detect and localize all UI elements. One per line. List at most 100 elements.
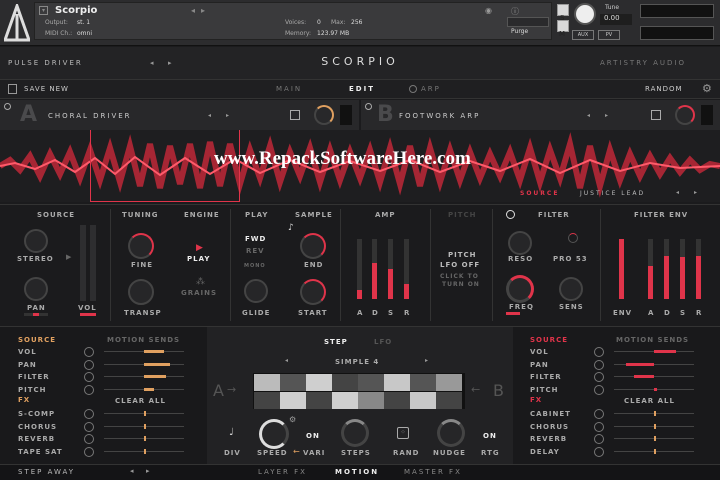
engine-grains-button[interactable]: GRAINS [181, 289, 217, 297]
mod-left-clear-all[interactable]: CLEAR ALL [115, 397, 166, 405]
filter-sustain-fader[interactable] [680, 239, 685, 299]
click-line2[interactable]: TURN ON [442, 281, 480, 288]
mod-left-row-toggle[interactable] [84, 359, 94, 370]
preset-category[interactable]: PULSE DRIVER [8, 59, 83, 67]
step-cell[interactable] [332, 392, 358, 409]
mod-left-row-toggle[interactable] [84, 384, 94, 395]
step-grid[interactable] [253, 373, 465, 409]
amp-decay-fader[interactable] [372, 239, 377, 299]
step-cell[interactable] [306, 374, 332, 391]
midi-value[interactable]: omni [77, 30, 92, 37]
step-cell[interactable] [410, 392, 436, 409]
layer-b-power-icon[interactable] [365, 103, 372, 110]
mod-left-row-toggle[interactable] [84, 372, 94, 382]
sens-knob[interactable] [559, 277, 583, 301]
step-cell[interactable] [254, 374, 280, 391]
mod-right-fx-row-toggle[interactable] [594, 421, 604, 432]
mod-right-row-toggle[interactable] [594, 372, 604, 382]
layer-b-volume-knob[interactable] [675, 105, 695, 125]
filter-attack-fader[interactable] [648, 239, 653, 299]
tab-main[interactable]: MAIN [276, 85, 302, 93]
amp-attack-fader[interactable] [357, 239, 362, 299]
save-new-button[interactable]: SAVE NEW [24, 85, 69, 93]
save-icon[interactable] [8, 84, 17, 94]
mod-right-clear-all[interactable]: CLEAR ALL [624, 397, 675, 405]
max-value[interactable]: 256 [351, 19, 362, 26]
tab-step[interactable]: STEP [324, 338, 348, 346]
pattern-next-icon[interactable]: ▸ [425, 357, 428, 364]
waveform-display[interactable]: www.RepackSoftwareHere.com SOURCE JUSTIC… [0, 130, 720, 202]
gear-icon[interactable]: ⚙ [702, 82, 712, 95]
layer-b-letter[interactable]: B [377, 102, 394, 127]
tune-value[interactable]: 0.00 [600, 14, 632, 25]
engine-play-button[interactable]: PLAY [187, 255, 210, 263]
random-button[interactable]: RANDOM [645, 85, 683, 93]
pitch-lfo-line1[interactable]: PITCH [448, 251, 477, 259]
steps-knob[interactable] [341, 419, 369, 447]
prev-preset-icon[interactable]: ◂ [150, 59, 154, 67]
filter-release-fader[interactable] [696, 239, 701, 299]
layer-b-next-icon[interactable]: ▸ [605, 112, 608, 119]
mod-right-send-slider[interactable] [614, 376, 694, 377]
filter-env-amount-fader[interactable] [619, 239, 624, 299]
mod-left-row-toggle[interactable] [84, 347, 94, 357]
mod-left-fx-row-toggle[interactable] [84, 446, 94, 457]
mod-right-fx-row-toggle[interactable] [594, 434, 604, 444]
amp-release-fader[interactable] [404, 239, 409, 299]
layer-a-volume-knob[interactable] [314, 105, 334, 125]
step-cell[interactable] [384, 392, 410, 409]
rand-dice-icon[interactable]: ⁘ [397, 427, 409, 439]
freq-knob[interactable] [506, 275, 534, 303]
vari-on-button[interactable]: ON [306, 432, 320, 440]
aux-button[interactable]: AUX [572, 30, 594, 40]
layer-b-grid-icon[interactable] [651, 110, 661, 120]
end-knob[interactable] [300, 233, 326, 259]
step-cell[interactable] [332, 374, 358, 391]
tab-arp[interactable]: ARP [421, 85, 441, 93]
amp-sustain-fader[interactable] [388, 239, 393, 299]
bottom-next-icon[interactable]: ▸ [146, 467, 150, 475]
layer-b-name[interactable]: FOOTWORK ARP [399, 112, 480, 120]
transp-knob[interactable] [128, 279, 154, 305]
mod-right-fx-row-toggle[interactable] [594, 409, 604, 419]
rtg-on-button[interactable]: ON [483, 432, 497, 440]
filter-decay-fader[interactable] [664, 239, 669, 299]
mod-right-row-toggle[interactable] [594, 384, 604, 395]
pv-button[interactable]: PV [598, 30, 620, 40]
step-cell[interactable] [358, 374, 384, 391]
start-knob[interactable] [300, 279, 326, 305]
arp-power-icon[interactable] [409, 85, 417, 93]
collapse-icon[interactable]: ▾ [39, 6, 48, 15]
reso-knob[interactable] [508, 231, 532, 255]
layer-a-next-icon[interactable]: ▸ [226, 112, 229, 119]
layer-a-prev-icon[interactable]: ◂ [208, 112, 211, 119]
solo-button[interactable]: S [557, 4, 569, 22]
filter-type-icon[interactable] [568, 233, 578, 243]
step-cell[interactable] [384, 374, 410, 391]
source-vol-fader-2[interactable] [90, 225, 96, 301]
click-line1[interactable]: CLICK TO [440, 273, 479, 280]
speed-gear-icon[interactable]: ⚙ [289, 415, 296, 424]
source-next-icon[interactable]: ▸ [694, 189, 697, 196]
fine-knob[interactable] [128, 233, 154, 259]
pattern-name[interactable]: SIMPLE 4 [335, 358, 379, 366]
layer-a-grid-icon[interactable] [290, 110, 300, 120]
step-cell[interactable] [436, 374, 462, 391]
speed-knob[interactable] [259, 419, 289, 449]
stereo-knob[interactable] [24, 229, 48, 253]
mod-left-fx-row-toggle[interactable] [84, 434, 94, 444]
mod-right-fx-row-toggle[interactable] [594, 446, 604, 457]
mod-left-fx-row-toggle[interactable] [84, 409, 94, 419]
glide-knob[interactable] [244, 279, 268, 303]
step-cell[interactable] [254, 392, 280, 409]
purge-button[interactable]: Purge [507, 17, 549, 35]
fwd-button[interactable]: FWD [245, 235, 266, 243]
step-cell[interactable] [280, 392, 306, 409]
camera-icon[interactable]: ◉ [485, 6, 492, 15]
filter-type-label[interactable]: PRO 53 [553, 255, 588, 263]
next-icon[interactable]: ▸ [201, 6, 205, 15]
step-cell[interactable] [306, 392, 332, 409]
tab-lfo[interactable]: LFO [374, 338, 392, 346]
mod-right-row-toggle[interactable] [594, 347, 604, 357]
pattern-prev-icon[interactable]: ◂ [285, 357, 288, 364]
